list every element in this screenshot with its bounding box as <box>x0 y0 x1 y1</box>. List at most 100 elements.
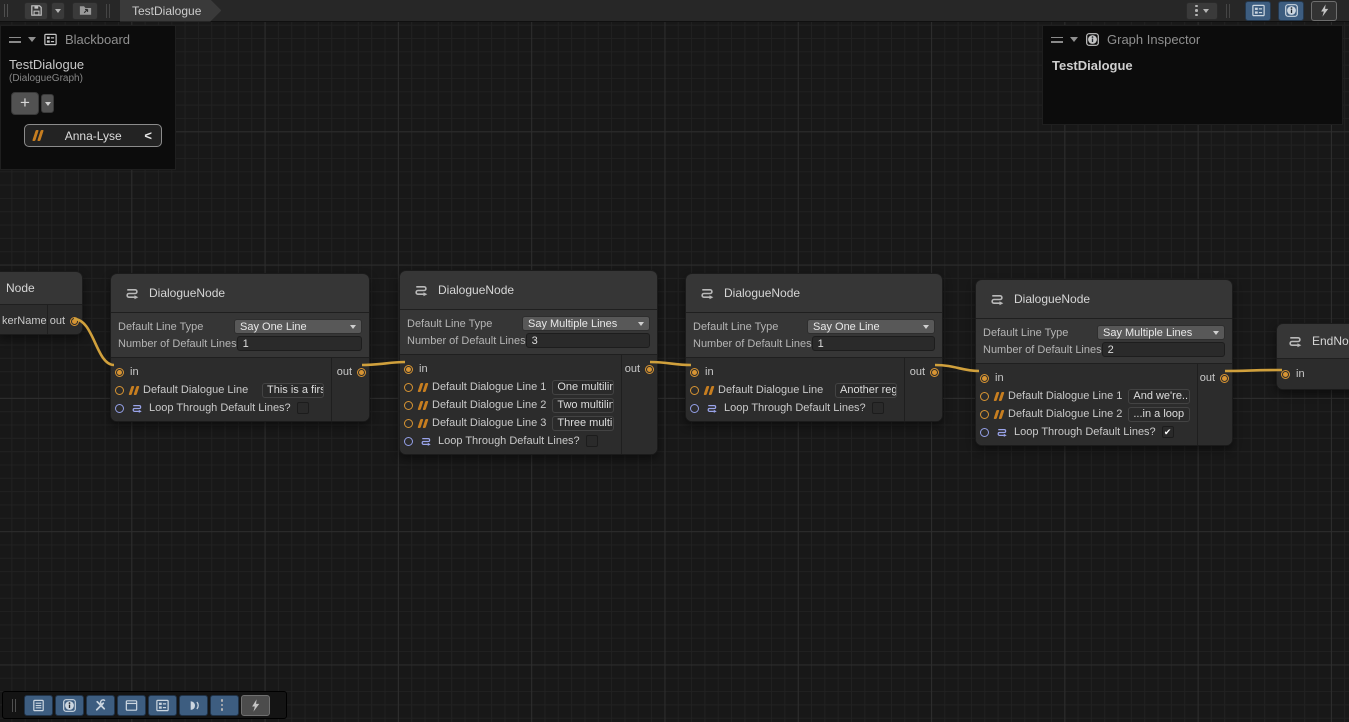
line-type-dropdown[interactable]: Say Multiple Lines <box>1097 325 1225 340</box>
dialogue-node-3[interactable]: DialogueNode Default Line Type Say One L… <box>685 273 943 422</box>
in-port[interactable] <box>115 368 124 377</box>
line-type-dropdown[interactable]: Say One Line <box>807 319 935 334</box>
line-type-dropdown[interactable]: Say One Line <box>234 319 362 334</box>
overflow-menu-button[interactable] <box>1186 2 1218 20</box>
quote-icon <box>419 383 426 392</box>
node-header[interactable]: DialogueNode <box>400 271 657 309</box>
node-header[interactable]: EndNode <box>1277 324 1349 358</box>
quote-icon <box>995 392 1002 401</box>
in-port[interactable] <box>404 365 413 374</box>
open-asset-button[interactable] <box>72 2 98 20</box>
dialogue-line-field[interactable]: ...in a loop <box>1128 407 1190 422</box>
dialogue-line-field[interactable]: Another regu <box>835 383 897 398</box>
bool-port[interactable] <box>690 404 699 413</box>
bolt-button[interactable] <box>241 695 270 716</box>
in-port[interactable] <box>690 368 699 377</box>
loop-checkbox[interactable] <box>586 435 598 447</box>
port-label: out <box>910 366 925 378</box>
loop-checkbox[interactable]: ✔ <box>1162 426 1174 438</box>
window-button[interactable] <box>117 695 146 716</box>
node-header[interactable]: DialogueNode <box>111 274 369 312</box>
blackboard-field-anna-lyse[interactable]: Anna-Lyse < <box>24 124 162 147</box>
dialogue-node-2[interactable]: DialogueNode Default Line Type Say Multi… <box>399 270 658 455</box>
tab-testdialogue[interactable]: TestDialogue <box>120 0 221 22</box>
out-port[interactable] <box>1220 374 1229 383</box>
node-header[interactable]: DialogueNode <box>976 280 1232 318</box>
dialogue-line-field[interactable]: This is a first <box>262 383 324 398</box>
out-port[interactable] <box>930 368 939 377</box>
node-header[interactable]: DialogueNode <box>686 274 942 312</box>
quote-icon <box>130 386 137 395</box>
string-port[interactable] <box>404 383 413 392</box>
loop-icon <box>705 402 718 415</box>
blackboard-panel[interactable]: Blackboard TestDialogue (DialogueGraph) … <box>0 25 176 170</box>
collapse-triangle-icon[interactable] <box>28 37 36 42</box>
dialogue-line-field[interactable]: Three multilin <box>552 416 614 431</box>
dialogue-node-4[interactable]: DialogueNode Default Line Type Say Multi… <box>975 279 1233 446</box>
collapse-triangle-icon[interactable] <box>1070 37 1078 42</box>
out-port[interactable] <box>70 317 79 326</box>
info-button[interactable] <box>55 695 84 716</box>
bool-port[interactable] <box>115 404 124 413</box>
drag-handle-icon[interactable] <box>1051 37 1063 43</box>
blackboard-button[interactable] <box>148 695 177 716</box>
kebab-icon <box>221 699 224 711</box>
toolbar-drag-handle[interactable] <box>12 699 16 712</box>
string-port[interactable] <box>980 392 989 401</box>
save-button[interactable] <box>24 2 48 20</box>
string-port[interactable] <box>404 419 413 428</box>
field-name: Anna-Lyse <box>42 129 144 143</box>
save-dropdown-button[interactable] <box>51 2 65 20</box>
open-folder-icon <box>78 3 93 18</box>
add-field-dropdown-button[interactable] <box>41 94 54 113</box>
string-port[interactable] <box>404 401 413 410</box>
port-label: out <box>625 363 640 375</box>
graph-inspector-panel[interactable]: Graph Inspector TestDialogue <box>1042 25 1343 125</box>
num-lines-field[interactable]: 1 <box>237 336 362 351</box>
dialogue-line-field[interactable]: Two multiline <box>552 398 614 413</box>
toggle-blackboard-button[interactable] <box>1245 1 1271 21</box>
field-value: 3 <box>532 335 538 347</box>
panel-title: Blackboard <box>65 32 130 47</box>
string-port[interactable] <box>980 410 989 419</box>
string-port[interactable] <box>115 386 124 395</box>
toolbar-drag-handle[interactable] <box>4 4 8 17</box>
loop-checkbox[interactable] <box>872 402 884 414</box>
num-lines-field[interactable]: 3 <box>526 333 650 348</box>
drag-handle-icon[interactable] <box>9 37 21 43</box>
out-port[interactable] <box>357 368 366 377</box>
toggle-inspector-button[interactable] <box>1278 1 1304 21</box>
chevron-down-icon <box>350 325 356 329</box>
node-header[interactable]: Node <box>0 272 82 304</box>
in-port[interactable] <box>980 374 989 383</box>
graph-canvas[interactable]: Node kerName out DialogueNode Default <box>0 0 1349 722</box>
dialogue-line-field[interactable]: One multiline <box>552 380 614 395</box>
in-port[interactable] <box>1281 370 1290 379</box>
edge-d4-to-end[interactable] <box>1225 370 1282 371</box>
field-label: Default Line Type <box>983 327 1097 339</box>
bool-port[interactable] <box>980 428 989 437</box>
num-lines-field[interactable]: 1 <box>812 336 935 351</box>
line-type-dropdown[interactable]: Say Multiple Lines <box>522 316 650 331</box>
chevron-left-icon[interactable]: < <box>144 128 152 143</box>
bool-port[interactable] <box>404 437 413 446</box>
audio-button[interactable] <box>179 695 208 716</box>
field-value: One multiline <box>557 381 614 393</box>
toggle-preview-button[interactable] <box>1311 1 1337 21</box>
dialogue-line-field[interactable]: And we're... <box>1128 389 1190 404</box>
top-toolbar: TestDialogue <box>0 0 1349 22</box>
end-node[interactable]: EndNode in <box>1276 323 1349 390</box>
field-value: 1 <box>818 338 824 350</box>
field-value: 2 <box>1108 344 1114 356</box>
loop-checkbox[interactable] <box>297 402 309 414</box>
num-lines-field[interactable]: 2 <box>1102 342 1225 357</box>
dialogue-node-1[interactable]: DialogueNode Default Line Type Say One L… <box>110 273 370 422</box>
more-options-button[interactable] <box>210 695 239 716</box>
tools-button[interactable] <box>86 695 115 716</box>
string-port[interactable] <box>690 386 699 395</box>
chevron-down-icon <box>55 9 61 13</box>
out-port[interactable] <box>645 365 654 374</box>
add-field-button[interactable]: + <box>11 92 39 115</box>
notes-button[interactable] <box>24 695 53 716</box>
speaker-node-partial[interactable]: Node kerName out <box>0 271 83 335</box>
